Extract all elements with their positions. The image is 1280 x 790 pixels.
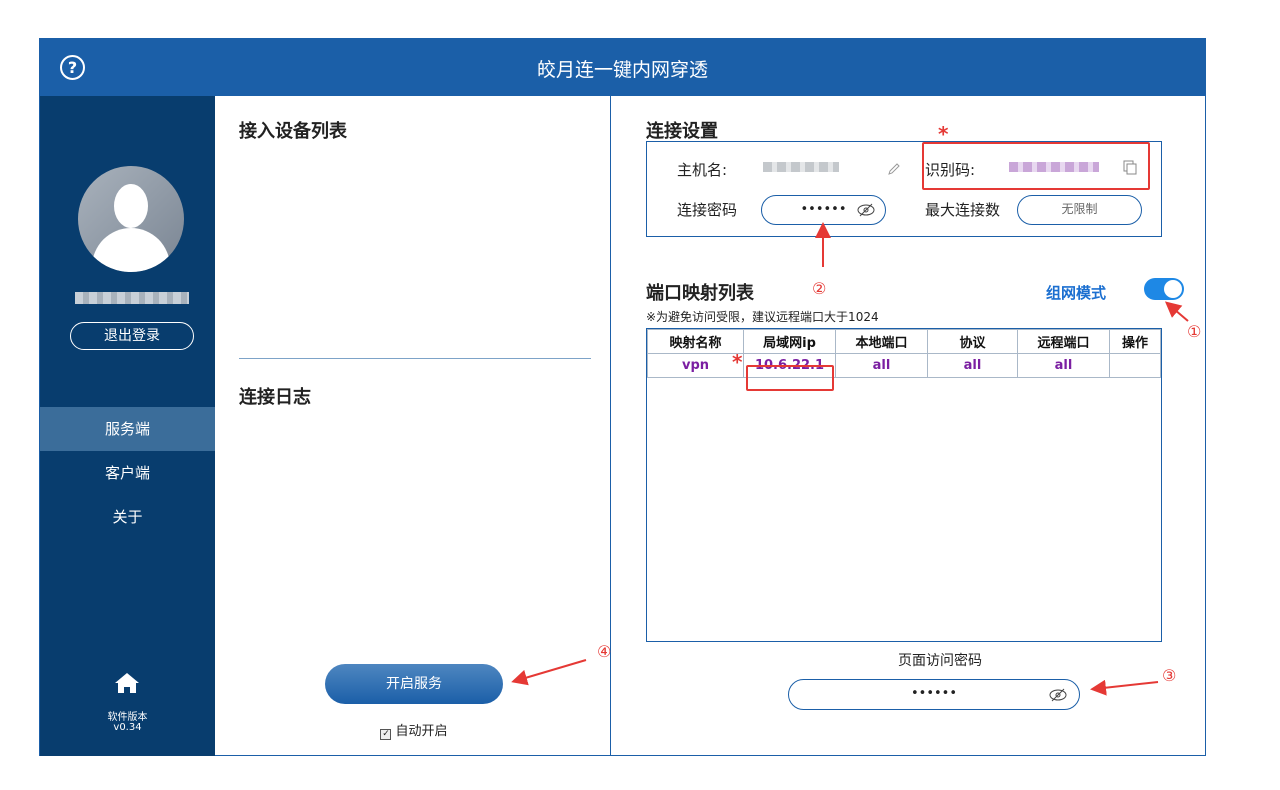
arrow-3 [1090, 679, 1159, 696]
app-window: ? 皎月连一键内网穿透 退出登录 服务端 客户端 关于 软件版本 v0.34 接… [39, 38, 1206, 756]
arrow-1 [1164, 301, 1189, 322]
arrow-4 [511, 659, 587, 686]
annotation-arrows [511, 222, 1189, 696]
